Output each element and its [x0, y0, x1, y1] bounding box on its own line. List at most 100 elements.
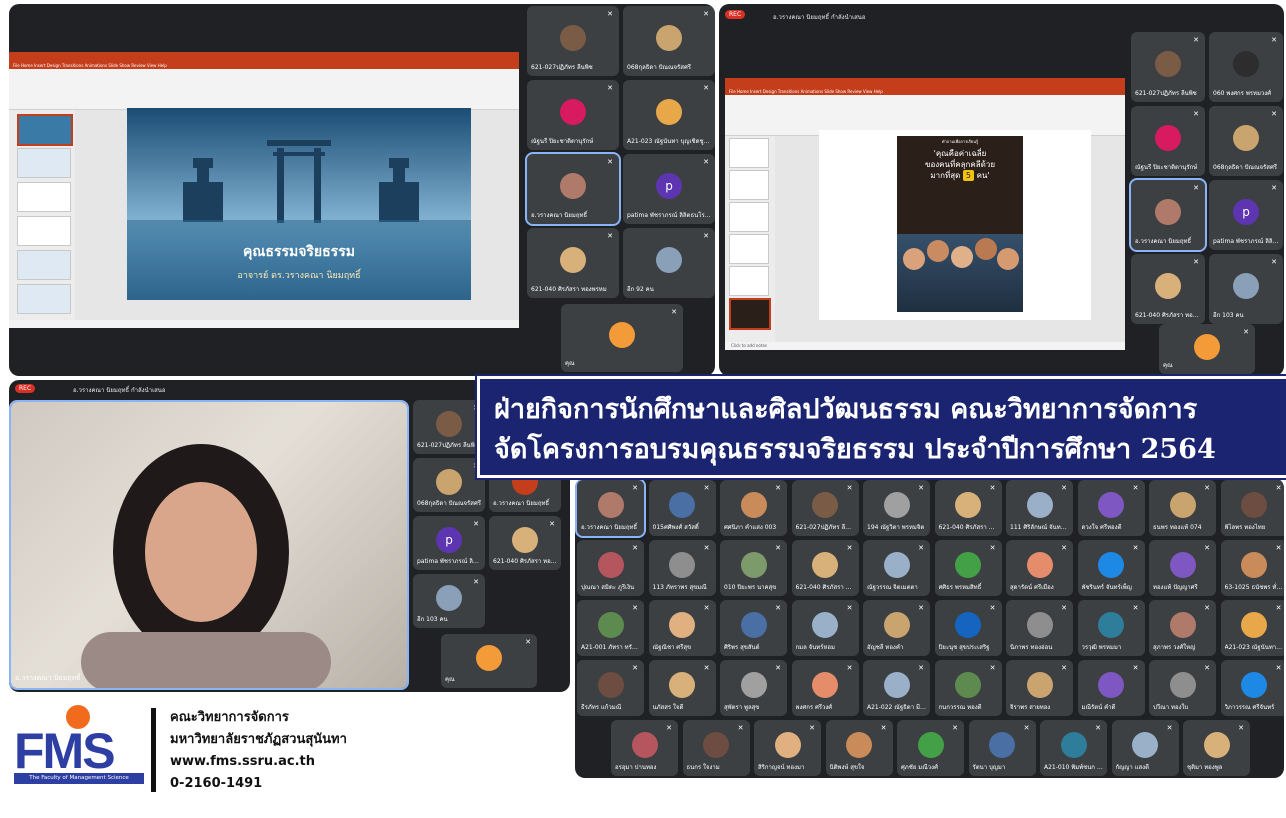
participant-tile[interactable]: ✕ ณัฐนรี ปิยะชาติตานุรักษ์	[1131, 106, 1205, 176]
slide-thumbnail[interactable]	[17, 216, 71, 246]
ppt-ribbon[interactable]	[9, 69, 519, 110]
slide-thumbnail[interactable]	[729, 298, 771, 330]
participant-tile[interactable]: ✕ 621-040 ศิรภัสรา ทองพรหม	[527, 228, 619, 298]
ppt-menu-bar[interactable]: File Home Insert Design Transitions Anim…	[9, 62, 519, 69]
slide-thumbnail[interactable]	[17, 148, 71, 178]
participant-tile[interactable]: ✕ อรอุมา ปานทอง	[611, 720, 678, 776]
participant-tile[interactable]: ✕ ดวงใจ ศรีทองดี	[1077, 480, 1145, 536]
slide-thumbnail[interactable]	[17, 114, 73, 146]
ppt-menu-bar[interactable]: File Home Insert Design Transitions Anim…	[725, 88, 1125, 95]
participant-tile[interactable]: ✕ พิไลพร ทองไทย	[1220, 480, 1284, 536]
participant-tile[interactable]: ✕ p patima พัชราภรณ์ ลิลิตธนโรจน์	[623, 154, 715, 224]
participant-tile[interactable]: ✕ ปุณณา สมิตะ ภูรีเงิน	[577, 540, 644, 596]
participant-tile[interactable]: ✕ สุภาพร วงศ์ใหญ่	[1149, 600, 1216, 656]
participant-tile[interactable]: ✕ 060 พงศกร พรหมวงศ์	[1209, 32, 1283, 102]
participant-tile[interactable]: ✕ ณัฐนรี ปิยะชาติตานุรักษ์	[527, 80, 619, 150]
participant-tile[interactable]: ✕ ศิริพร สุขสันต์	[720, 600, 787, 656]
participant-tile[interactable]: ✕ นิติพงษ์ สุขใจ	[825, 720, 893, 776]
participant-tile[interactable]: ✕ 621-040 ศิรภัสรา ทองพรหม	[489, 516, 561, 570]
participant-tile[interactable]: ✕ ชุติมา ทองพูล	[1183, 720, 1250, 776]
participant-tile[interactable]: ✕ คุณ	[441, 634, 537, 688]
participant-tile[interactable]: ✕ p patima พัชราภรณ์ ลิลิตธนโรจน์	[413, 516, 485, 570]
participant-tile[interactable]: ✕ อ.วรางคณา นิยมฤทธิ์	[525, 152, 621, 226]
participant-tile[interactable]: ✕621-027ปฏิภัทร ลีนพิช	[527, 6, 619, 76]
participant-tile[interactable]: ✕ กัญญา แสงดี	[1111, 720, 1179, 776]
slide-thumbnail[interactable]	[17, 284, 71, 314]
participant-tile[interactable]: ✕ กมล จันทร์หอม	[791, 600, 859, 656]
participant-tile[interactable]: ✕621-027ปฏิภัทร ลีนพิช	[1131, 32, 1205, 102]
participant-tile[interactable]: ✕ ธนพร ทองแท้ 074	[1149, 480, 1216, 536]
participant-tile[interactable]: ✕621-027ปฏิภัทร ลีนพิช	[413, 400, 485, 454]
participant-tile[interactable]: ✕ 621-040 ศิรภัสรา ทองพรหม	[1131, 254, 1205, 324]
participant-tile[interactable]: ✕ พงศกร ศรีวงศ์	[791, 660, 859, 716]
participant-tile[interactable]: ✕ อีก 103 คน	[413, 574, 485, 628]
slide-thumbnails[interactable]	[725, 136, 775, 342]
participant-tile[interactable]: ✕ อีก 92 คน	[623, 228, 715, 298]
participant-tile[interactable]: ✕ p patima พัชราภรณ์ ลิลิตธนโรจน์	[1209, 180, 1283, 250]
participant-name: 621-027ปฏิภัทร ลีนพิช	[417, 442, 479, 449]
participant-tile[interactable]: ✕ ศศิธร พรหมสิทธิ์	[934, 540, 1002, 596]
participant-tile[interactable]: ✕ A21-023 ณัฐนันทา บุญเชิดชู	[1220, 600, 1284, 656]
participant-tile[interactable]: ✕ สิริกาญจน์ ทองมา	[754, 720, 821, 776]
participant-name: ณัฐนรี ปิยะชาติตานุรักษ์	[1135, 164, 1198, 171]
avatar	[1169, 492, 1196, 519]
participant-tile[interactable]: ✕ ปวีณา ทองใบ	[1149, 660, 1216, 716]
participant-tile[interactable]: ✕ 111 ศิริลักษณ์ จันทร์แจ่ม	[1006, 480, 1073, 536]
avatar	[560, 98, 586, 125]
participant-tile[interactable]: ✕ A21-023 ณัฐนันทา บุญเชิดชูนาน	[623, 80, 715, 150]
participant-name: อรอุมา ปานทอง	[615, 764, 657, 771]
slide-thumbnail[interactable]	[729, 170, 769, 200]
participant-name: นภัสสร ใจดี	[652, 704, 684, 711]
participant-tile[interactable]: ✕ สุดารัตน์ ศรีเมือง	[1006, 540, 1073, 596]
participant-tile[interactable]: ✕ A21-022 ณัฐธิดา มีสุข	[863, 660, 930, 716]
slide-thumbnails[interactable]	[9, 110, 75, 320]
participant-tile[interactable]: ✕ 113 ภัทราพร สุขมณี	[648, 540, 716, 596]
participant-tile[interactable]: ✕068กุลธิดา ปัณณจรัสศรี	[623, 6, 715, 76]
participant-tile[interactable]: ✕ อีก 103 คน	[1209, 254, 1283, 324]
participant-name: มณีรัตน์ คำดี	[1081, 704, 1116, 711]
participant-tile[interactable]: ✕ มณีรัตน์ คำดี	[1077, 660, 1145, 716]
participant-tile[interactable]: ✕ 015ศศิพงศ์ สวัสดิ์	[648, 480, 716, 536]
participant-tile[interactable]: ✕ จิราพร สายทอง	[1006, 660, 1073, 716]
participant-tile[interactable]: ✕ 621-040 ศิรภัสรา ทองพรหม	[934, 480, 1002, 536]
participant-tile[interactable]: ✕ นิภาพร ทองอ่อน	[1006, 600, 1073, 656]
slide-thumbnail[interactable]	[729, 234, 769, 264]
participant-tile[interactable]: ✕ คุณ	[1159, 324, 1255, 374]
participant-tile[interactable]: ✕ อ.วรางคณา นิยมฤทธิ์	[1129, 178, 1207, 252]
participant-tile[interactable]: ✕621-027ปฏิภัทร ลีนพิช	[791, 480, 859, 536]
participant-tile[interactable]: ✕ ณัฐณิชา ศรีสุข	[648, 600, 716, 656]
slide-thumbnail[interactable]	[17, 182, 71, 212]
participant-tile[interactable]: ✕ ศศนิภา คำแสง 003	[720, 480, 787, 536]
participant-tile[interactable]: ✕ 63-1025 ธนัชพร ทั่วทิศ	[1220, 540, 1284, 596]
participant-tile[interactable]: ✕ คุณ	[561, 304, 683, 372]
participant-tile[interactable]: ✕ ศุภชัย มณีวงศ์	[897, 720, 964, 776]
participant-tile[interactable]: ✕ กนกวรรณ ทองดี	[934, 660, 1002, 716]
participant-tile[interactable]: ✕ 010 ปิยะพร นาคสุข	[720, 540, 787, 596]
participant-tile[interactable]: ✕ วรวุฒิ พรหมมา	[1077, 600, 1145, 656]
participant-tile[interactable]: ✕ อ.วรางคณา นิยมฤทธิ์	[575, 478, 646, 538]
participant-tile[interactable]: ✕ ณัฐวรรณ จิตเมตตา	[863, 540, 930, 596]
participant-tile[interactable]: ✕ ธีรภัทร แก้วมณี	[577, 660, 644, 716]
participant-name: 060 พงศกร พรหมวงศ์	[1213, 90, 1272, 97]
participant-tile[interactable]: ✕ รัตนา บุญมา	[968, 720, 1036, 776]
participant-tile[interactable]: ✕ ปิยะนุช สุขประเสริฐ	[934, 600, 1002, 656]
participant-tile[interactable]: ✕ A21-010 พิมพ์ชนก สีทอง	[1040, 720, 1107, 776]
participant-tile[interactable]: ✕068กุลธิดา ปัณณจรัสศรี	[413, 458, 485, 512]
speaker-video[interactable]: อ.วรางคณา นิยมฤทธิ์	[9, 400, 409, 690]
participant-tile[interactable]: ✕ 621-040 ศิรภัสรา ทองพรหม	[791, 540, 859, 596]
participant-tile[interactable]: ✕ อัญชลี ทองคำ	[863, 600, 930, 656]
participant-tile[interactable]: ✕ 194 ณัฐวิดา พรหมจิต	[863, 480, 930, 536]
participant-tile[interactable]: ✕ ทองแท้ ปัญญาศรี	[1149, 540, 1216, 596]
slide-thumbnail[interactable]	[729, 138, 769, 168]
slide-thumbnail[interactable]	[17, 250, 71, 280]
website[interactable]: www.fms.ssru.ac.th	[170, 751, 347, 773]
participant-tile[interactable]: ✕ พัชรินทร์ จันทร์เพ็ญ	[1077, 540, 1145, 596]
participant-tile[interactable]: ✕ วิภาวรรณ ศรีจันทร์	[1220, 660, 1284, 716]
participant-tile[interactable]: ✕ ธนกร ใจงาม	[682, 720, 750, 776]
participant-tile[interactable]: ✕068กุลธิดา ปัณณจรัสศรี	[1209, 106, 1283, 176]
slide-thumbnail[interactable]	[729, 266, 769, 296]
slide-thumbnail[interactable]	[729, 202, 769, 232]
participant-tile[interactable]: ✕ A21-001 ภัทรา ทรัพย์สิน	[577, 600, 644, 656]
participant-tile[interactable]: ✕ สุพัตรา พูลสุข	[720, 660, 787, 716]
participant-tile[interactable]: ✕ นภัสสร ใจดี	[648, 660, 716, 716]
